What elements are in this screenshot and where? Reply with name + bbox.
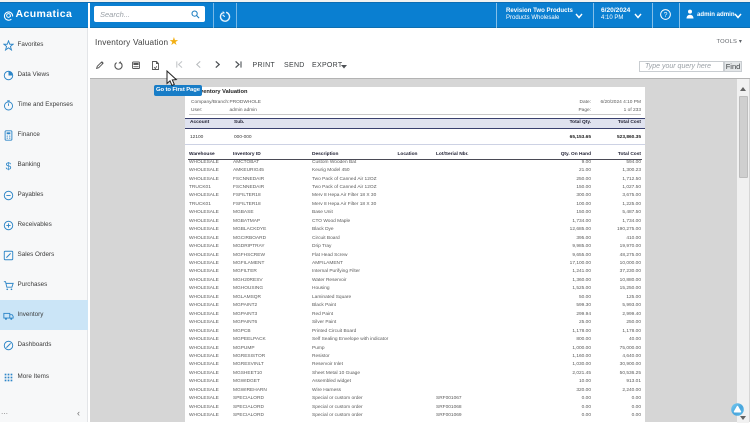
svg-text:$: $	[5, 161, 11, 171]
svg-text:?: ?	[664, 12, 668, 19]
